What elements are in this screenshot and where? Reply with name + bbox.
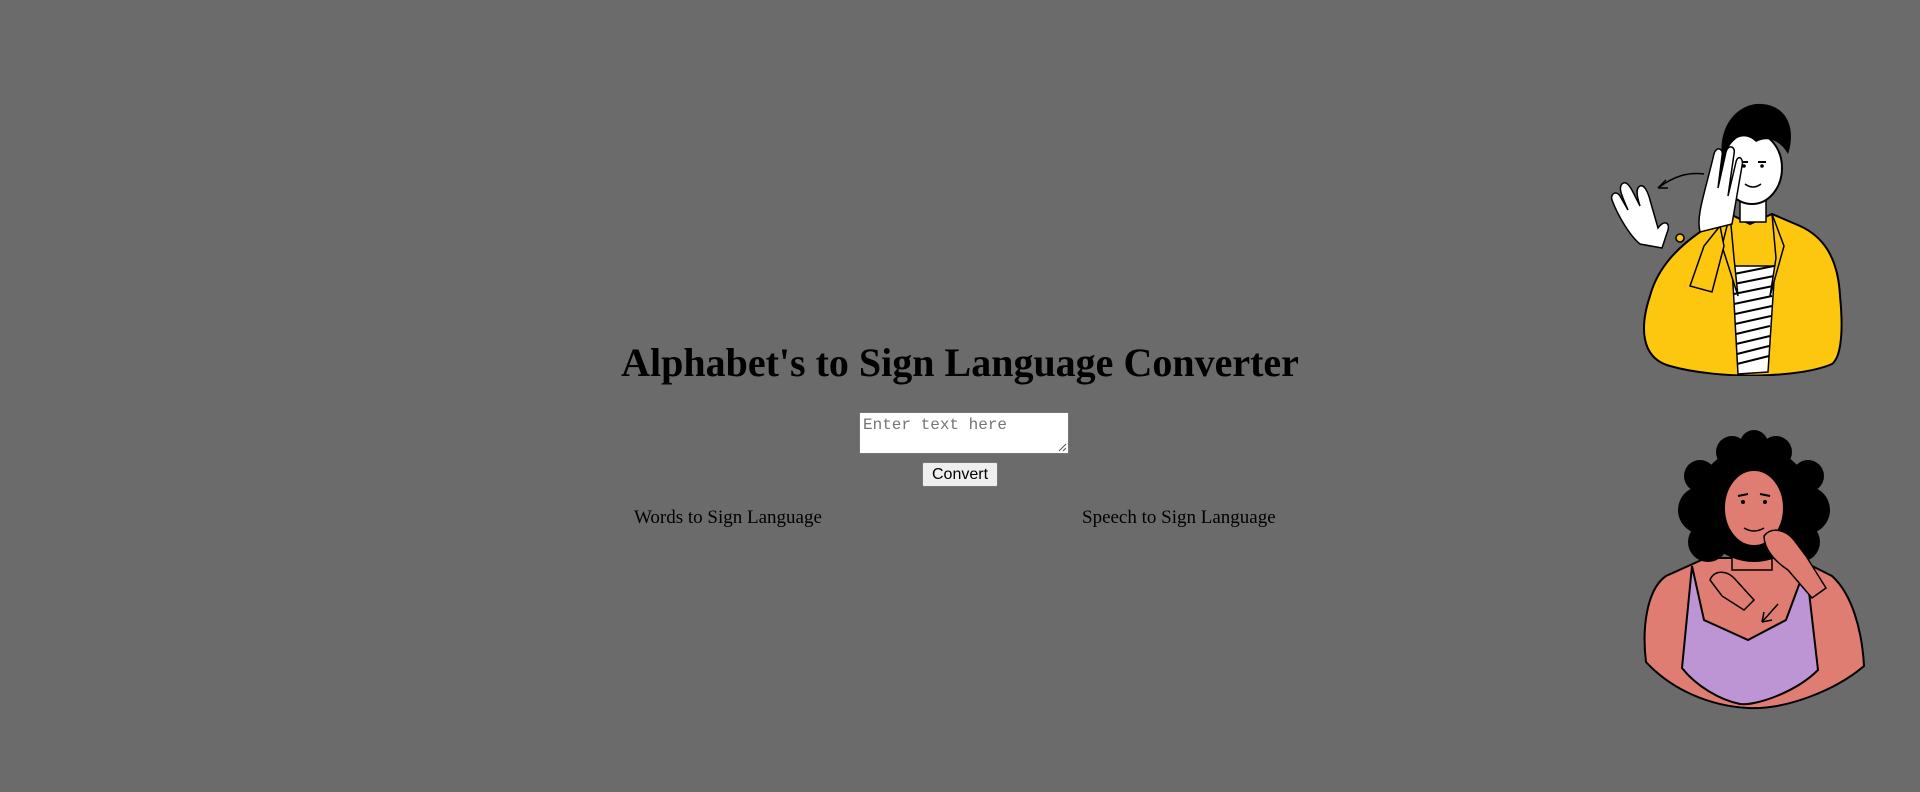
speech-to-sign-link[interactable]: Speech to Sign Language (1082, 507, 1276, 529)
woman-signing-illustration (1643, 430, 1866, 710)
words-to-sign-link[interactable]: Words to Sign Language (634, 507, 822, 529)
convert-button[interactable]: Convert (922, 462, 998, 487)
man-signing-illustration (1610, 103, 1843, 376)
text-input[interactable] (859, 412, 1069, 454)
page: Alphabet's to Sign Language Converter Co… (0, 0, 1920, 792)
